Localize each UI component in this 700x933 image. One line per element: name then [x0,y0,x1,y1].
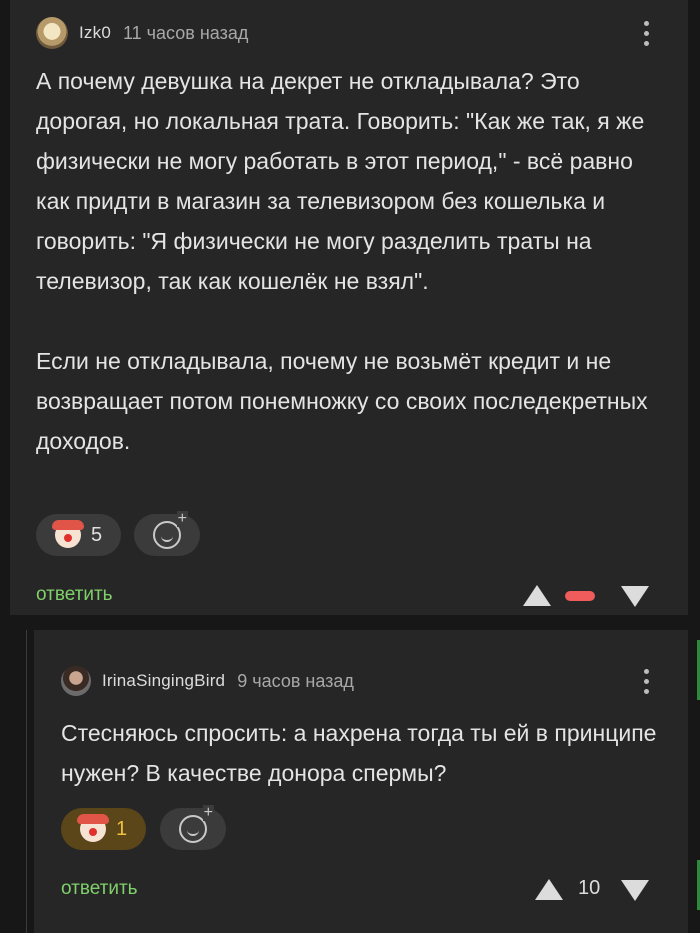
username[interactable]: IrinaSingingBird [102,671,225,691]
reaction-count: 5 [90,523,103,546]
clown-emoji-icon [51,520,84,548]
timestamp[interactable]: 9 часов назад [237,671,354,692]
reaction-count: 1 [115,817,128,840]
rating-value: 10 [578,877,601,899]
reply-link[interactable]: ответить [61,878,138,900]
more-options-icon[interactable] [642,669,650,695]
upvote-icon[interactable] [535,879,563,900]
comment-header: Izk0 11 часов назад [36,17,248,49]
avatar[interactable] [61,666,91,696]
username[interactable]: Izk0 [79,23,111,43]
add-emoji-icon [179,805,214,843]
add-emoji-icon [153,511,188,549]
reaction-clown-button[interactable]: 5 [36,514,121,556]
reply-link[interactable]: ответить [36,584,113,606]
downvote-icon[interactable] [621,880,649,901]
comment-text: А почему девушка на декрет не откладывал… [36,61,671,461]
comment-paragraph: Если не откладывала, почему не возьмёт к… [36,348,648,454]
reaction-clown-button[interactable]: 1 [61,808,146,850]
rating-hidden-indicator [565,591,595,601]
thread-line[interactable] [26,630,27,933]
avatar[interactable] [36,17,68,49]
comment-text: Стесняюсь спросить: а нахрена тогда ты е… [61,713,676,793]
comment-header: IrinaSingingBird 9 часов назад [61,666,354,696]
comment-paragraph: Стесняюсь спросить: а нахрена тогда ты е… [61,720,657,786]
clown-emoji-icon [76,814,109,842]
downvote-icon[interactable] [621,586,649,607]
comment-paragraph: А почему девушка на декрет не откладывал… [36,68,645,294]
more-options-icon[interactable] [642,21,650,47]
add-reaction-button[interactable] [160,805,226,850]
upvote-icon[interactable] [523,585,551,606]
timestamp[interactable]: 11 часов назад [123,23,248,44]
add-reaction-button[interactable] [134,511,200,556]
